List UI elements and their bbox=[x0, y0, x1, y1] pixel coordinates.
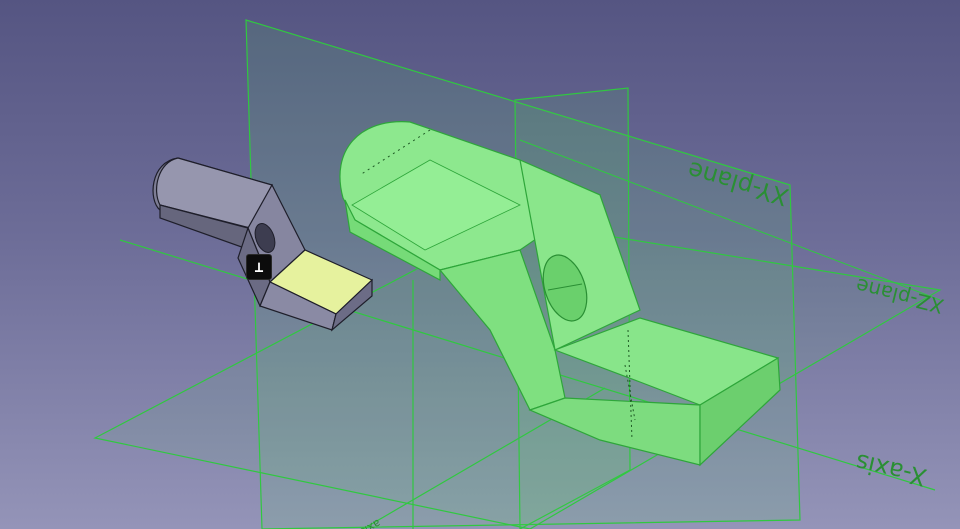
scene-svg[interactable]: XY-plane XZ-plane X-axis axis bbox=[0, 0, 960, 529]
x-axis-label: X-axis bbox=[853, 448, 929, 491]
constraint-glyph: ⊥ bbox=[254, 258, 264, 276]
3d-viewport[interactable]: XY-plane XZ-plane X-axis axis ⊥ bbox=[0, 0, 960, 529]
pin-constraint-icon[interactable]: ⊥ bbox=[246, 254, 272, 280]
